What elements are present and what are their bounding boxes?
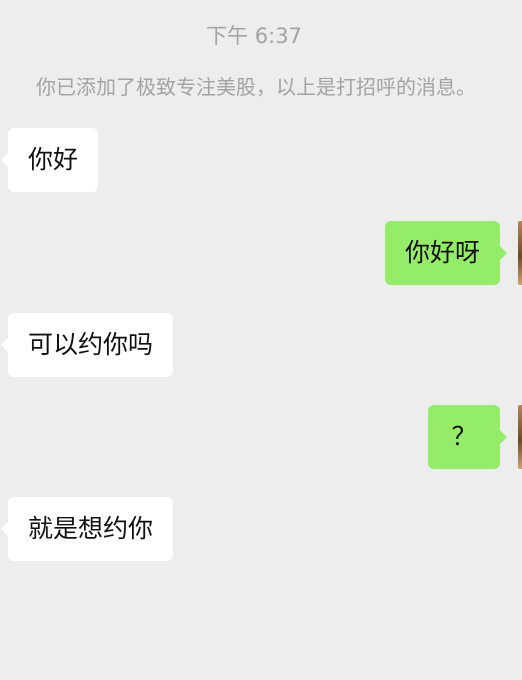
chat-view: 下午 6:37 你已添加了极致专注美股，以上是打招呼的消息。 你好 你好呀 可以…: [0, 0, 522, 680]
my-avatar[interactable]: [518, 221, 522, 285]
incoming-message-bubble[interactable]: 你好: [0, 128, 99, 192]
outgoing-message-bubble[interactable]: 你好呀: [384, 221, 508, 285]
message-timestamp: 下午 6:37: [206, 24, 302, 48]
system-notice: 你已添加了极致专注美股，以上是打招呼的消息。: [36, 75, 476, 99]
outgoing-message-bubble[interactable]: ？: [428, 405, 507, 469]
my-avatar[interactable]: [518, 405, 522, 469]
incoming-message-bubble[interactable]: 就是想约你: [0, 497, 174, 561]
incoming-message-bubble[interactable]: 可以约你吗: [0, 313, 174, 377]
